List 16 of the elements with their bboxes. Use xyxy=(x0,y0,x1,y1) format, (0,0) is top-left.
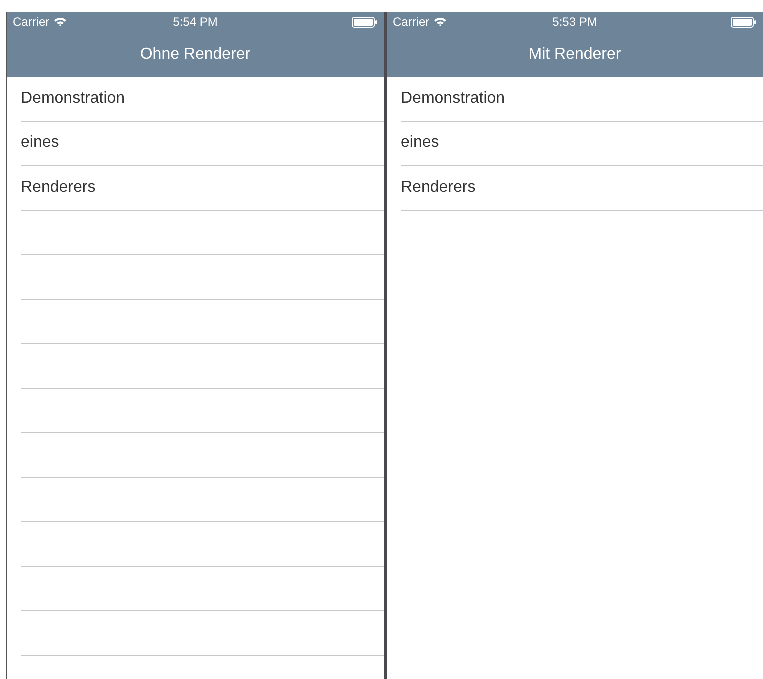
list-row[interactable]: Demonstration xyxy=(21,77,384,122)
carrier-label: Carrier xyxy=(393,15,430,29)
list-row[interactable]: eines xyxy=(21,122,384,166)
wifi-icon xyxy=(434,17,447,27)
wifi-icon xyxy=(54,17,67,27)
status-time: 5:53 PM xyxy=(552,15,598,29)
list-row[interactable]: eines xyxy=(401,122,763,166)
navigation-title: Ohne Renderer xyxy=(140,46,251,64)
navigation-title: Mit Renderer xyxy=(528,46,622,64)
battery-icon xyxy=(352,16,378,28)
battery-icon xyxy=(731,16,757,28)
carrier-label: Carrier xyxy=(13,15,50,29)
list-row[interactable]: Renderers xyxy=(21,166,384,210)
status-time: 5:54 PM xyxy=(173,15,218,29)
list-row[interactable]: Renderers xyxy=(401,166,763,210)
list-row[interactable]: Demonstration xyxy=(401,77,763,122)
